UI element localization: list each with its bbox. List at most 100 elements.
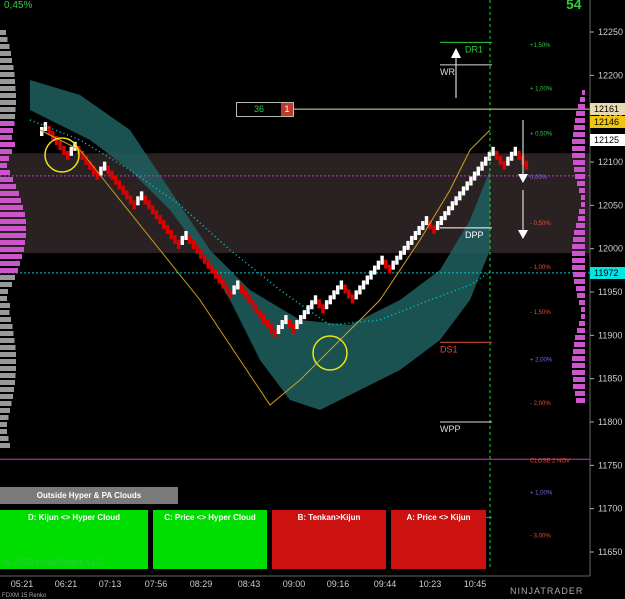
right-profile-bar <box>574 342 585 347</box>
volume-profile-bar <box>0 338 15 343</box>
renko-brick <box>239 284 244 294</box>
pivot-level-label: DS1 <box>440 344 458 354</box>
right-profile-bar <box>579 209 585 214</box>
renko-brick <box>517 150 521 160</box>
renko-brick <box>369 270 373 280</box>
signal-panel-b[interactable]: B: Tenkan>Kijun <box>272 510 386 569</box>
volume-profile-bar <box>0 212 25 217</box>
renko-brick <box>184 230 188 240</box>
renko-brick <box>210 264 214 274</box>
volume-profile-bar <box>0 163 7 168</box>
right-profile-bar <box>575 391 585 396</box>
right-profile-bar <box>573 237 585 242</box>
bars-remaining: 54 <box>566 0 582 12</box>
pct-level-label: - 2,00% <box>530 401 551 407</box>
signal-panel-a[interactable]: A: Price <> Kijun <box>391 510 486 569</box>
pivot-level-label: WR <box>440 67 455 77</box>
right-profile-bar <box>574 279 585 284</box>
renko-brick <box>162 220 166 230</box>
volume-profile-bar <box>0 128 13 133</box>
renko-brick <box>380 255 384 265</box>
time-tick-label: 08:43 <box>238 579 261 589</box>
price-marker-tag: 12125 <box>590 134 625 147</box>
time-tick-label: 10:23 <box>419 579 442 589</box>
renko-brick <box>376 260 381 270</box>
volume-profile-bar <box>0 429 7 434</box>
renko-brick <box>250 299 255 309</box>
renko-brick <box>143 195 147 205</box>
right-profile-bar <box>576 111 585 116</box>
renko-brick <box>413 230 418 240</box>
price-tick-label: 12250 <box>598 27 623 37</box>
copyright: © 2020 NinjaTrader, LLC <box>4 557 104 567</box>
renko-brick <box>406 240 410 250</box>
renko-brick <box>236 280 240 290</box>
pivot-level-label: DR1 <box>465 44 483 54</box>
renko-brick <box>258 309 262 319</box>
renko-brick <box>151 205 155 215</box>
time-tick-label: 09:00 <box>283 579 306 589</box>
volume-profile-bar <box>0 394 13 399</box>
volume-profile-bar <box>0 415 9 420</box>
renko-brick <box>498 155 503 165</box>
renko-brick <box>365 275 369 285</box>
renko-brick <box>202 254 207 264</box>
renko-brick <box>343 284 347 294</box>
volume-profile-bar <box>0 261 20 266</box>
volume-profile-bar <box>0 198 21 203</box>
volume-profile-bar <box>0 310 10 315</box>
volume-profile-bar <box>0 380 15 385</box>
volume-profile-bar <box>0 268 18 273</box>
renko-brick <box>291 324 295 334</box>
signal-label: C: Price <> Hyper Cloud <box>164 513 256 522</box>
time-tick-label: 10:45 <box>464 579 487 589</box>
signal-panel-c[interactable]: C: Price <> Hyper Cloud <box>153 510 267 569</box>
renko-brick <box>117 180 122 190</box>
renko-brick <box>454 196 458 206</box>
renko-brick <box>228 289 233 299</box>
volume-profile-bar <box>0 142 15 147</box>
price-tick-label: 11950 <box>598 287 622 297</box>
volume-profile-bar <box>0 436 9 441</box>
renko-brick <box>361 280 366 290</box>
renko-brick <box>114 175 118 185</box>
time-tick-label: 09:44 <box>374 579 397 589</box>
time-tick-label: 06:21 <box>55 579 78 589</box>
renko-brick <box>121 185 125 195</box>
renko-brick <box>472 171 477 181</box>
pct-level-label: 0,00% <box>530 175 548 181</box>
time-tick-label: 08:29 <box>190 579 213 589</box>
right-profile-bar <box>578 216 585 221</box>
cloud-status-bar: Outside Hyper & PA Clouds <box>0 487 178 504</box>
right-profile-bar <box>581 195 585 200</box>
renko-brick <box>287 319 292 329</box>
pct-level-label: + 1,00% <box>530 86 553 92</box>
renko-brick <box>269 324 273 334</box>
renko-brick <box>199 249 203 259</box>
price-tick-label: 11700 <box>598 504 622 514</box>
renko-brick <box>302 310 307 320</box>
renko-brick <box>509 151 514 161</box>
renko-brick <box>354 290 358 300</box>
volume-profile-bar <box>0 240 25 245</box>
volume-profile-bar <box>0 345 16 350</box>
renko-brick <box>276 325 281 334</box>
volume-profile-bar <box>0 408 10 413</box>
renko-brick <box>225 284 229 294</box>
renko-brick <box>332 290 336 300</box>
renko-brick <box>339 280 344 290</box>
right-profile-bar <box>573 160 585 165</box>
price-tick-label: 12100 <box>598 157 623 167</box>
renko-brick <box>358 285 362 295</box>
volume-profile-bar <box>0 72 15 77</box>
price-marker-tag: 12161 <box>590 103 625 116</box>
volume-profile-bar <box>0 359 16 364</box>
renko-brick <box>310 300 314 310</box>
right-profile-bar <box>572 370 585 375</box>
price-tick-label: 11900 <box>598 330 622 340</box>
renko-brick <box>417 226 421 235</box>
renko-brick <box>402 245 406 255</box>
renko-brick <box>513 146 517 156</box>
right-profile-bar <box>572 265 585 270</box>
right-profile-bar <box>581 202 585 207</box>
